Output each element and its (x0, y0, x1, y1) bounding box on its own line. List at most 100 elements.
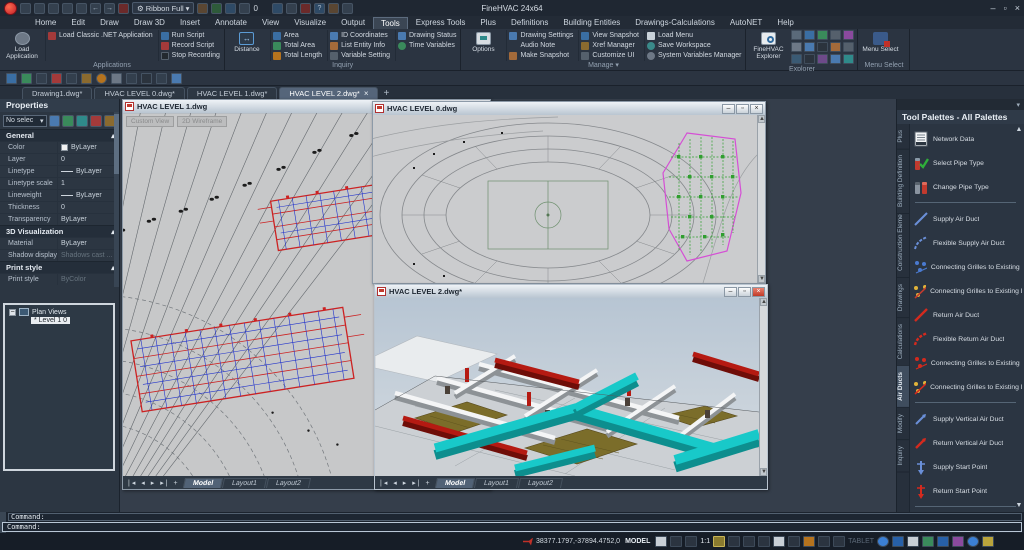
object-snap-icon[interactable] (803, 536, 815, 547)
explorer-tool-icon[interactable] (817, 42, 828, 52)
layout1-tab[interactable]: Layout1 (474, 478, 519, 488)
model-paper-icon[interactable] (655, 536, 667, 547)
doc-tab-hvac-level-1[interactable]: HVAC LEVEL 1.dwg* (187, 87, 277, 99)
section-print-style[interactable]: Print style▴ (0, 261, 119, 273)
time-variables-button[interactable]: Time Variables (398, 41, 456, 50)
selection-type-combo[interactable]: No selec▾ (3, 115, 47, 127)
palette-item-flexible-supply-air-duct[interactable]: Flexible Supply Air Duct (913, 231, 1022, 255)
palette-item-supply-air-duct[interactable]: Supply Air Duct (913, 207, 1022, 231)
model-tab[interactable]: Model (182, 478, 222, 488)
viewport-minimize-button[interactable]: – (724, 287, 737, 297)
plan-views-selected-item[interactable]: * Level 1 0 (31, 317, 70, 324)
explorer-tool-icon[interactable] (804, 42, 815, 52)
command-input[interactable]: Command: (2, 522, 1022, 532)
plot-icon[interactable] (76, 3, 87, 14)
close-tab-icon[interactable]: × (364, 89, 369, 98)
manage-dropdown-icon[interactable]: ▾ (615, 62, 619, 69)
palette-item-connect-grilles-supply-2[interactable]: Connecting Grilles to Existing Duct ... (913, 279, 1022, 303)
folder-icon[interactable] (328, 3, 339, 14)
explorer-tool-icon[interactable] (804, 30, 815, 40)
lineweight-display-icon[interactable] (833, 536, 845, 547)
palette-tab-building-definition[interactable]: Building Definition (897, 150, 909, 214)
tool-icon[interactable] (36, 73, 47, 84)
annotation-monitor-icon[interactable] (523, 538, 533, 546)
printer-icon[interactable] (272, 3, 283, 14)
load-menu-button[interactable]: Load Menu (647, 31, 742, 40)
tab-drawings-calculations[interactable]: Drawings-Calculations (628, 17, 722, 28)
undo-icon[interactable]: ← (90, 3, 101, 14)
palette-menu-icon[interactable]: ▾ (1016, 101, 1020, 109)
prop-value[interactable]: ByLayer (57, 142, 119, 153)
quick-properties-icon[interactable] (90, 115, 102, 127)
grid-display-icon[interactable] (758, 536, 770, 547)
explorer-tool-icon[interactable] (804, 54, 815, 64)
view-control[interactable]: Custom View (126, 116, 174, 127)
doc-tab-drawing1[interactable]: Drawing1.dwg* (22, 87, 92, 99)
tab-help[interactable]: Help (770, 17, 800, 28)
infer-constraints-icon[interactable] (670, 536, 682, 547)
options-button[interactable]: Options (463, 30, 503, 61)
layout-nav-arrows[interactable]: |◂ ◂ ▸ ▸| + (125, 479, 183, 487)
tool-icon[interactable] (66, 73, 77, 84)
redo-icon[interactable]: → (104, 3, 115, 14)
new-drawing-icon[interactable] (20, 3, 31, 14)
restore-button[interactable]: ▫ (1004, 3, 1007, 13)
doc-tab-hvac-level-2[interactable]: HVAC LEVEL 2.dwg*× (279, 87, 378, 99)
tab-building-entities[interactable]: Building Entities (556, 17, 627, 28)
record-indicator-icon[interactable] (300, 3, 311, 14)
explorer-tool-icon[interactable] (817, 54, 828, 64)
tab-annotate[interactable]: Annotate (208, 17, 254, 28)
grid-display-icon[interactable] (225, 3, 236, 14)
viewport-restore-button[interactable]: ▫ (736, 104, 749, 114)
viewport2-title-bar[interactable]: HVAC LEVEL 0.dwg – ▫ × (373, 102, 765, 115)
save-workspace-button[interactable]: Save Workspace (647, 41, 742, 50)
save-as-icon[interactable] (62, 3, 73, 14)
palette-scroll-down-icon[interactable]: ▼ (1015, 502, 1023, 510)
explorer-tool-icon[interactable] (843, 42, 854, 52)
layout2-tab[interactable]: Layout2 (266, 478, 311, 488)
grid-dots-icon[interactable] (743, 536, 755, 547)
view-snapshot-button[interactable]: View Snapshot (581, 31, 639, 40)
snap-mode-icon[interactable] (685, 536, 697, 547)
open-icon[interactable] (34, 3, 45, 14)
explorer-tool-icon[interactable] (830, 30, 841, 40)
distance-button[interactable]: ↔ Distance (227, 30, 267, 61)
palette-tab-drawings[interactable]: Drawings (897, 278, 909, 318)
prop-value[interactable]: 1 (57, 178, 119, 189)
tablet-toggle[interactable]: TABLET (848, 538, 874, 545)
palette-scroll-up-icon[interactable]: ▲ (1015, 126, 1023, 134)
tab-view[interactable]: View (255, 17, 286, 28)
tab-home[interactable]: Home (28, 17, 63, 28)
palette-tab-calculations[interactable]: Calculations (897, 318, 909, 366)
properties-scrollbar[interactable] (114, 112, 119, 287)
audio-note-button[interactable]: Audio Note (509, 41, 573, 50)
load-application-button[interactable]: Load Application (2, 30, 42, 61)
visual-style-control[interactable]: 2D Wireframe (177, 116, 227, 127)
annotation-scale[interactable]: 1:1 (700, 538, 710, 545)
tab-autonet[interactable]: AutoNET (723, 17, 769, 28)
viewport-minimize-button[interactable]: – (722, 104, 735, 114)
tab-draw3d[interactable]: Draw 3D (127, 17, 172, 28)
tool-icon[interactable] (21, 73, 32, 84)
share-drawing-icon[interactable] (892, 536, 904, 547)
tab-edit[interactable]: Edit (64, 17, 92, 28)
palette-item-change-pipe-type[interactable]: Change Pipe Type (913, 175, 1022, 199)
layout1-tab[interactable]: Layout1 (222, 478, 267, 488)
tool-icon[interactable] (126, 73, 137, 84)
prop-value[interactable]: ByLayer (57, 238, 119, 249)
tab-express-tools[interactable]: Express Tools (409, 17, 473, 28)
clean-screen-icon[interactable] (877, 536, 889, 547)
tool-icon[interactable] (171, 73, 182, 84)
section-3d-visualization[interactable]: 3D Visualization▴ (0, 225, 119, 237)
isolate-objects-icon[interactable] (952, 536, 964, 547)
total-length-button[interactable]: Total Length (273, 51, 322, 60)
tab-insert[interactable]: Insert (173, 17, 207, 28)
customize-ui-button[interactable]: Customize UI (581, 51, 639, 60)
quick-select-icon[interactable] (76, 115, 88, 127)
palette-item-connect-grilles-return[interactable]: Connecting Grilles to Existing Duct (913, 351, 1022, 375)
doc-tab-hvac-level-0[interactable]: HVAC LEVEL 0.dwg* (94, 87, 184, 99)
tool-icon[interactable] (51, 73, 62, 84)
new-tab-button[interactable]: + (380, 88, 392, 99)
palette-tab-construction-elements[interactable]: Construction Elements (897, 214, 909, 278)
palette-tab-inquiry[interactable]: Inquiry (897, 440, 909, 473)
